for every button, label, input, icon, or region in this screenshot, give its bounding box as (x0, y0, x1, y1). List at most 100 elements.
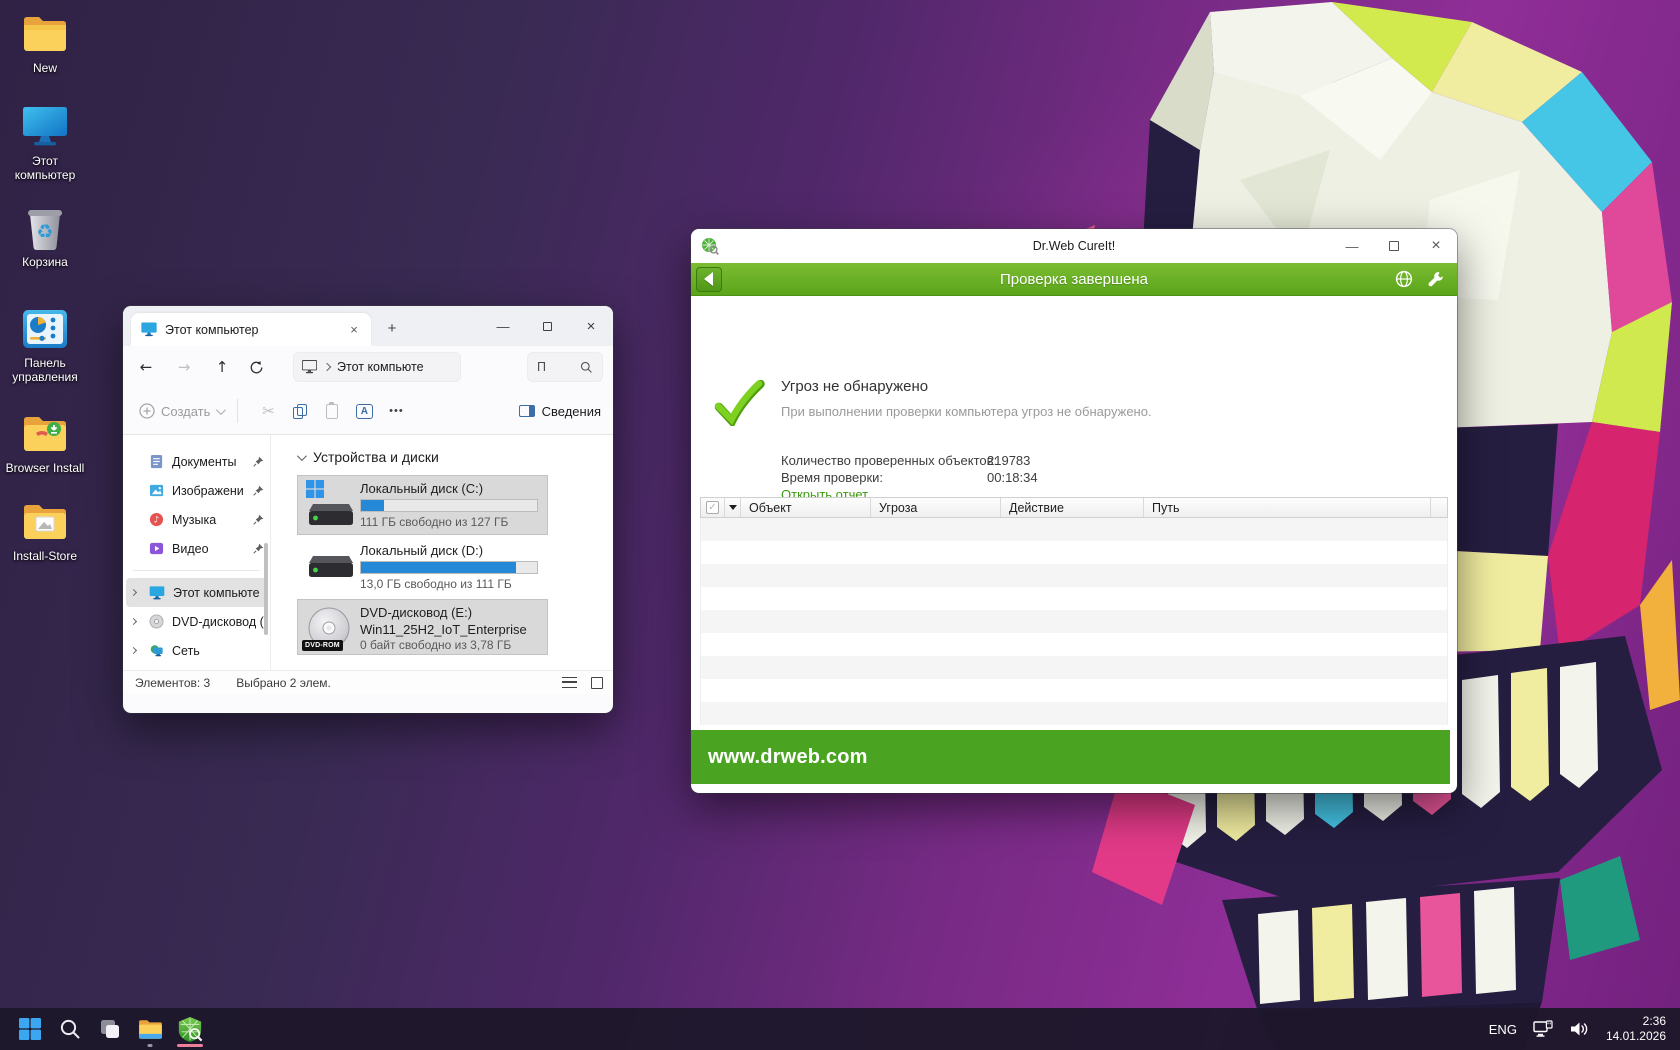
drweb-window: Dr.Web CureIt! — × Проверка завершена Уг… (691, 229, 1457, 793)
drweb-shield-icon (178, 1016, 203, 1042)
sidebar-item-label: Изображени (172, 483, 244, 498)
drweb-title-bar[interactable]: Dr.Web CureIt! — × (691, 229, 1457, 263)
drive-usage-bar (360, 561, 538, 574)
sidebar-scrollbar[interactable] (264, 543, 268, 635)
pin-icon (253, 514, 264, 525)
breadcrumb[interactable]: Этот компьюте (293, 352, 461, 382)
svg-text:♪: ♪ (154, 516, 160, 526)
sidebar-item-videos[interactable]: Видео (123, 534, 270, 563)
column-header-action[interactable]: Действие (1001, 498, 1144, 517)
chevron-expand-icon (129, 646, 138, 655)
language-indicator[interactable]: ENG (1489, 1022, 1517, 1037)
back-button[interactable]: ← (135, 358, 157, 376)
explorer-tab-bar[interactable]: Этот компьютер × + — × (123, 306, 613, 346)
sidebar-item-dvd-drive[interactable]: DVD-дисковод ( (123, 607, 270, 636)
section-devices-and-drives[interactable]: Устройства и диски (296, 449, 613, 465)
chevron-expand-icon (129, 617, 138, 626)
drive-c-item[interactable]: Локальный диск (C:) 111 ГБ свободно из 1… (297, 475, 548, 535)
drweb-footer-banner[interactable]: www.drweb.com (691, 730, 1450, 784)
desktop-icon-label: Этот компьютер (14, 154, 76, 182)
cut-button[interactable]: ✂ (252, 395, 284, 427)
tab-close-icon[interactable]: × (345, 321, 363, 339)
column-header-threat[interactable]: Угроза (871, 498, 1001, 517)
drive-usage-fill (361, 500, 384, 511)
maximize-button[interactable] (525, 306, 569, 346)
drweb-taskbar-button[interactable] (170, 1009, 210, 1049)
column-header-object[interactable]: Объект (741, 498, 871, 517)
more-options-button[interactable]: ••• (380, 395, 412, 427)
dvd-drive-item[interactable]: DVD-ROM DVD-дисковод (E:) Win11_25H2_IoT… (297, 599, 548, 655)
taskbar-clock[interactable]: 2:36 14.01.2026 (1606, 1014, 1666, 1044)
folder-image-icon (21, 498, 69, 546)
column-header-path[interactable]: Путь (1144, 498, 1431, 517)
globe-icon[interactable] (1395, 270, 1413, 288)
monitor-icon (149, 585, 165, 599)
monitor-icon (141, 322, 157, 337)
desktop-icon-label: New (32, 61, 57, 75)
details-pane-icon (518, 405, 535, 417)
desktop-icon-recycle-bin[interactable]: ♻ Корзина (2, 204, 88, 269)
back-button[interactable] (696, 266, 722, 292)
create-label: Создать (161, 403, 211, 419)
file-explorer-button[interactable] (130, 1009, 170, 1049)
sidebar-item-network[interactable]: Сеть (123, 636, 270, 665)
sidebar-item-music[interactable]: ♪ Музыка (123, 505, 270, 534)
task-view-button[interactable] (90, 1009, 130, 1049)
minimize-button[interactable]: — (1331, 229, 1373, 263)
pin-icon (253, 456, 264, 467)
maximize-button[interactable] (1373, 229, 1415, 263)
drive-usage-bar (360, 499, 538, 512)
create-new-button[interactable]: Создать (139, 403, 227, 419)
ellipsis-icon: ••• (389, 405, 404, 417)
select-all-cell[interactable]: ✓ (701, 498, 725, 517)
explorer-active-tab[interactable]: Этот компьютер × (131, 313, 371, 346)
new-tab-button[interactable]: + (379, 316, 405, 342)
window-controls: — × (481, 306, 613, 346)
scan-time-label: Время проверки: (781, 470, 884, 485)
paste-button[interactable] (316, 395, 348, 427)
large-icons-view-icon[interactable] (591, 676, 603, 689)
desktop-icon-control-panel[interactable]: Панель управления (2, 305, 88, 384)
checkbox-icon: ✓ (706, 501, 719, 514)
forward-button[interactable]: → (173, 358, 195, 376)
desktop-icon-browser-install[interactable]: Browser Install (2, 410, 88, 475)
drweb-site-url: www.drweb.com (708, 745, 868, 768)
desktop-icon-new[interactable]: New (2, 10, 88, 75)
scan-results-table: ✓ Объект Угроза Действие Путь (700, 497, 1448, 725)
sidebar-item-documents[interactable]: Документы (123, 447, 270, 476)
sidebar-item-pictures[interactable]: Изображени (123, 476, 270, 505)
chevron-down-icon (296, 450, 307, 461)
sidebar-item-this-pc[interactable]: Этот компьюте (126, 578, 267, 607)
network-icon[interactable] (1533, 1020, 1554, 1038)
filter-dropdown[interactable] (725, 498, 741, 517)
close-button[interactable]: × (569, 306, 613, 346)
back-arrow-icon (703, 272, 713, 286)
details-pane-button[interactable]: Сведения (518, 403, 601, 419)
svg-text:♻: ♻ (36, 221, 53, 243)
refresh-button[interactable] (249, 360, 271, 375)
start-button[interactable] (10, 1009, 50, 1049)
desktop-icon-install-store[interactable]: Install-Store (2, 498, 88, 563)
up-button[interactable]: ↑ (211, 358, 233, 376)
minimize-button[interactable]: — (481, 306, 525, 346)
drive-usage-fill (361, 562, 516, 573)
folder-icon (138, 1019, 162, 1039)
close-button[interactable]: × (1415, 229, 1457, 263)
desktop-icon-this-pc[interactable]: Этот компьютер (2, 103, 88, 182)
rename-button[interactable]: A (348, 395, 380, 427)
wrench-icon[interactable] (1427, 270, 1445, 288)
search-box[interactable]: П (527, 352, 603, 382)
desktop-icon-label: Панель управления (12, 356, 78, 384)
explorer-body: Документы Изображени ♪ Музыка Видео Этот… (123, 435, 613, 670)
details-label: Сведения (541, 403, 601, 419)
drive-name: DVD-дисковод (E:) (360, 605, 473, 620)
monitor-icon (302, 360, 317, 374)
video-icon (149, 542, 164, 555)
volume-icon[interactable] (1570, 1020, 1590, 1038)
drive-d-item[interactable]: Локальный диск (D:) 13,0 ГБ свободно из … (297, 537, 548, 597)
search-button[interactable] (50, 1009, 90, 1049)
drive-d-icon (304, 542, 360, 592)
details-view-icon[interactable] (562, 677, 577, 688)
copy-button[interactable] (284, 395, 316, 427)
search-input[interactable]: П (537, 360, 580, 374)
